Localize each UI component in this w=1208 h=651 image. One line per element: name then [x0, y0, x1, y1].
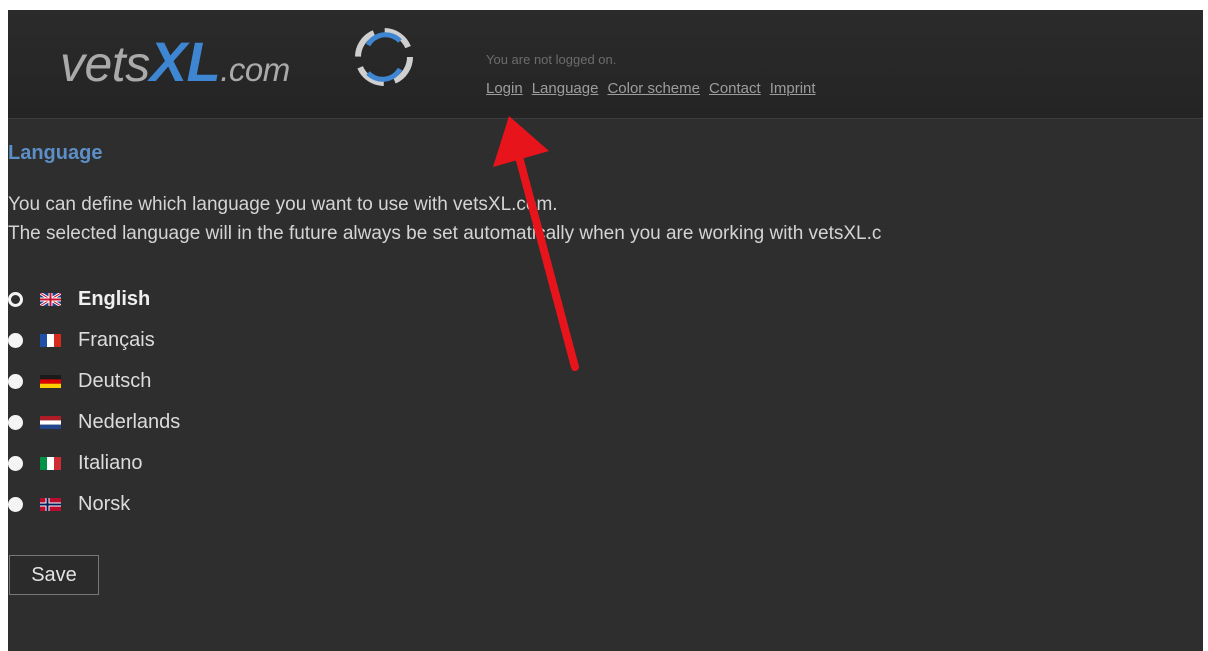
- germany-flag-icon: [40, 375, 61, 388]
- language-option-nederlands[interactable]: Nederlands: [8, 402, 180, 443]
- login-status: You are not logged on.: [486, 52, 617, 67]
- nav-language[interactable]: Language: [532, 80, 599, 97]
- page-title: Language: [8, 142, 103, 164]
- intro-line-1: You can define which language you want t…: [8, 194, 558, 215]
- language-option-english[interactable]: English: [8, 279, 180, 320]
- language-option-norsk[interactable]: Norsk: [8, 484, 180, 525]
- intro-text: You can define which language you want t…: [8, 190, 881, 248]
- language-option-deutsch[interactable]: Deutsch: [8, 361, 180, 402]
- save-button[interactable]: Save: [9, 555, 99, 595]
- language-label-deutsch: Deutsch: [78, 370, 152, 392]
- language-label-nederlands: Nederlands: [78, 411, 181, 433]
- logo-text-vets: vets: [60, 36, 150, 92]
- site-logo[interactable]: vetsXL.com: [60, 32, 290, 100]
- language-label-norsk: Norsk: [78, 493, 131, 515]
- nav-contact[interactable]: Contact: [709, 80, 761, 97]
- logo-text-domain: .com: [220, 51, 290, 88]
- italy-flag-icon: [40, 457, 61, 470]
- radio-italiano[interactable]: [8, 456, 23, 471]
- site-header: vetsXL.com You are not logged on. Login L…: [8, 10, 1203, 119]
- top-nav: Login Language Color scheme Contact Imprint: [486, 80, 825, 97]
- netherlands-flag-icon: [40, 416, 61, 429]
- language-options: English Français Deutsch Nederlands Ital…: [8, 279, 180, 525]
- nav-login[interactable]: Login: [486, 80, 523, 97]
- nav-imprint[interactable]: Imprint: [770, 80, 816, 97]
- logo-text-xl: XL: [149, 30, 221, 93]
- radio-francais[interactable]: [8, 333, 23, 348]
- language-label-italiano: Italiano: [78, 452, 143, 474]
- norway-flag-icon: [40, 498, 61, 511]
- logo-swirl-icon: [355, 28, 413, 86]
- radio-norsk[interactable]: [8, 497, 23, 512]
- uk-flag-icon: [40, 293, 61, 306]
- france-flag-icon: [40, 334, 61, 347]
- radio-deutsch[interactable]: [8, 374, 23, 389]
- intro-line-2: The selected language will in the future…: [8, 223, 882, 244]
- radio-nederlands[interactable]: [8, 415, 23, 430]
- language-label-francais: Français: [78, 329, 155, 351]
- language-label-english: English: [78, 288, 151, 310]
- language-option-francais[interactable]: Français: [8, 320, 180, 361]
- nav-color-scheme[interactable]: Color scheme: [607, 80, 700, 97]
- radio-english[interactable]: [8, 292, 23, 307]
- page-frame: vetsXL.com You are not logged on. Login L…: [8, 10, 1203, 651]
- language-option-italiano[interactable]: Italiano: [8, 443, 180, 484]
